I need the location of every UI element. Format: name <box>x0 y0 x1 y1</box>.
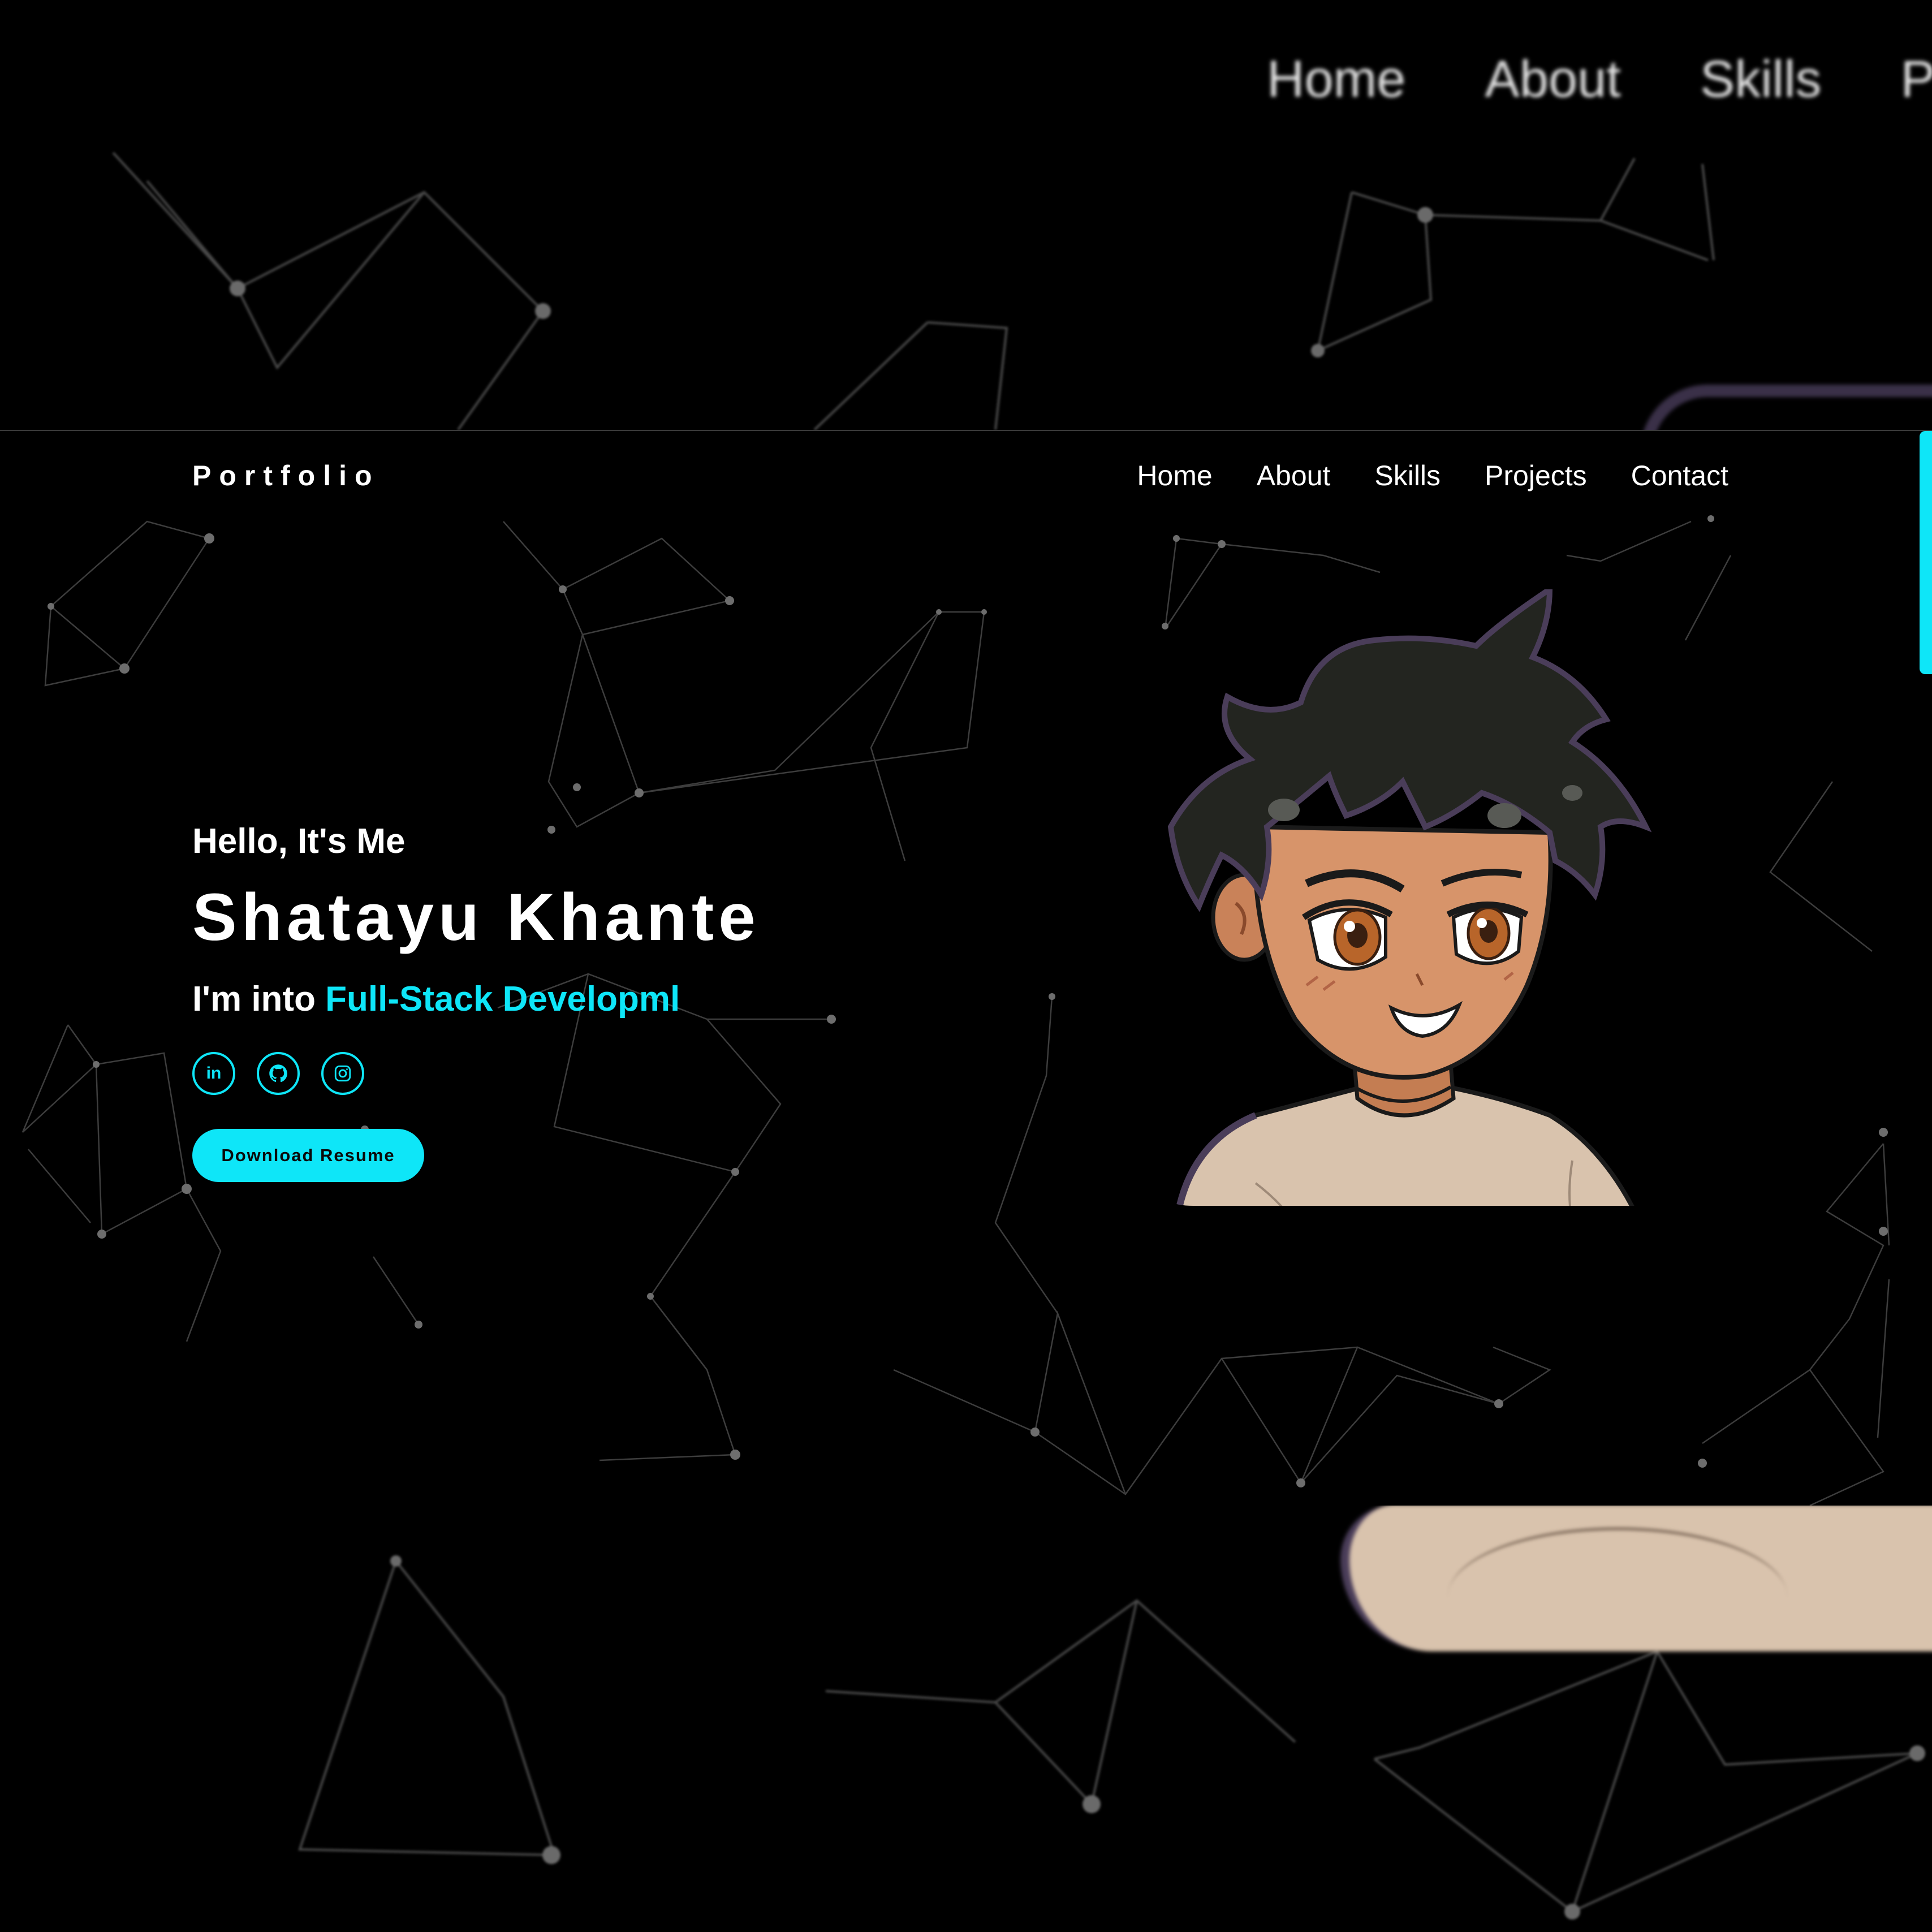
background-nav-home: Home <box>1267 50 1406 108</box>
instagram-button[interactable] <box>321 1052 364 1095</box>
hero-intro: Hello, It's Me Shatayu Khante I'm into F… <box>192 821 760 1182</box>
nav-home-link[interactable]: Home <box>1137 459 1212 492</box>
social-links: in <box>192 1052 760 1095</box>
background-nav-projects: P <box>1900 50 1932 108</box>
hero-role: I'm into Full-Stack Developml <box>192 979 760 1019</box>
scrollbar-thumb[interactable] <box>1920 431 1932 674</box>
hero-name: Shatayu Khante <box>192 880 760 955</box>
portfolio-page: Portfolio Home About Skills Projects Con… <box>0 430 1932 1506</box>
nav-projects-link[interactable]: Projects <box>1485 459 1587 492</box>
hero-role-prefix: I'm into <box>192 980 326 1019</box>
hero-role-typed: Full-Stack Developml <box>325 980 680 1019</box>
avatar-illustration <box>1167 589 1652 1206</box>
main-nav: Home About Skills Projects Contact <box>1137 459 1728 492</box>
background-nav: Home About Skills P <box>1267 50 1932 109</box>
nav-about-link[interactable]: About <box>1257 459 1331 492</box>
nav-skills-link[interactable]: Skills <box>1374 459 1441 492</box>
background-shirt-fold <box>1448 1527 1787 1666</box>
brand-logo[interactable]: Portfolio <box>192 459 380 492</box>
github-icon <box>269 1064 287 1083</box>
screen: Home About Skills P Portfolio Home About… <box>0 0 1932 1932</box>
linkedin-icon: in <box>206 1064 222 1083</box>
nav-contact-link[interactable]: Contact <box>1631 459 1728 492</box>
download-resume-button[interactable]: Download Resume <box>192 1129 424 1182</box>
linkedin-button[interactable]: in <box>192 1052 235 1095</box>
background-nav-skills: Skills <box>1700 50 1822 108</box>
background-nav-about: About <box>1485 50 1621 108</box>
github-button[interactable] <box>257 1052 300 1095</box>
navbar: Portfolio Home About Skills Projects Con… <box>0 431 1932 521</box>
hero-greeting: Hello, It's Me <box>192 822 406 861</box>
instagram-icon <box>334 1065 351 1082</box>
